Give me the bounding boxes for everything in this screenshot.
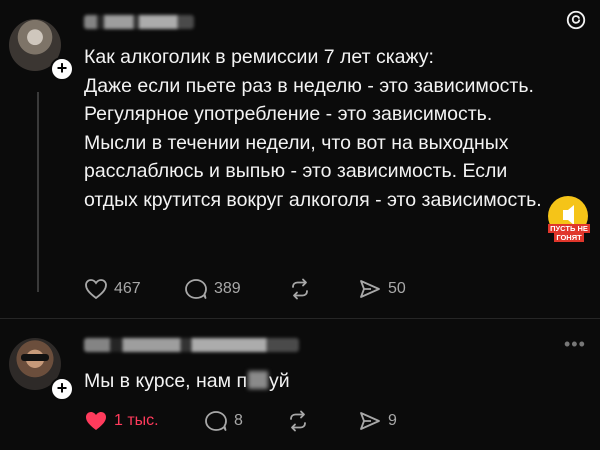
reply-follow-plus-icon[interactable]: + — [50, 377, 74, 401]
like-action[interactable]: 467 — [84, 278, 141, 300]
post-divider — [0, 318, 600, 319]
post-text: Как алкоголик в ремиссии 7 лет скажу: Да… — [84, 46, 542, 211]
comment-icon — [204, 410, 228, 432]
follow-plus-icon[interactable]: + — [50, 57, 74, 81]
censor-blur — [248, 371, 269, 389]
watermark-badge: Пусть не гонят — [538, 196, 600, 254]
reply-share-count: 9 — [388, 412, 397, 429]
comment-count: 389 — [214, 280, 241, 297]
author-name-blurred[interactable] — [84, 15, 194, 29]
share-count: 50 — [388, 280, 406, 297]
more-icon[interactable]: ••• — [564, 334, 586, 355]
reply-text-start: Мы в курсе, нам п — [84, 370, 248, 392]
share-action[interactable]: 50 — [358, 278, 406, 300]
repost-icon — [286, 410, 310, 432]
reply-author-name-blurred[interactable] — [84, 338, 299, 352]
share-icon — [358, 410, 382, 432]
reply-text: Мы в курсе, нам п уй — [84, 367, 290, 395]
badge-text: Пусть не гонят — [548, 224, 590, 242]
repost-action[interactable] — [288, 278, 312, 300]
comment-action[interactable]: 389 — [184, 278, 241, 300]
sunglasses — [21, 354, 49, 361]
comment-icon — [184, 278, 208, 300]
reply-like-action[interactable]: 1 тыс. — [84, 410, 159, 432]
reply-text-end: уй — [269, 370, 290, 392]
thread-line — [37, 92, 39, 292]
repost-icon — [288, 278, 312, 300]
heart-icon — [84, 278, 108, 300]
like-count: 467 — [114, 280, 141, 297]
reply-repost-action[interactable] — [286, 410, 310, 432]
share-icon — [358, 278, 382, 300]
heart-filled-icon — [84, 410, 108, 432]
reply-share-action[interactable]: 9 — [358, 410, 397, 432]
reply-comment-action[interactable]: 8 — [204, 410, 243, 432]
reply-like-count: 1 тыс. — [114, 412, 159, 429]
reply-comment-count: 8 — [234, 412, 243, 429]
threads-logo-icon[interactable] — [565, 9, 587, 31]
